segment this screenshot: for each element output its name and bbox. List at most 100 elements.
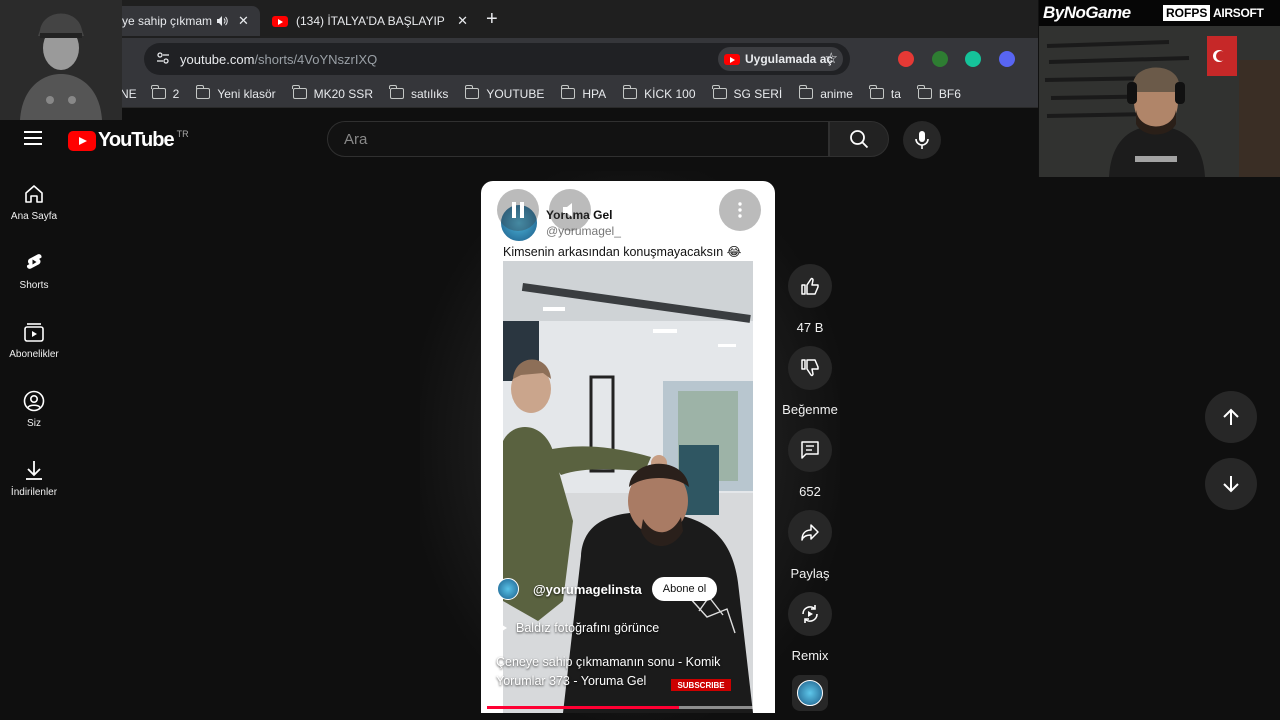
remix-button[interactable]	[788, 592, 832, 636]
tab-current[interactable]: ye sahip çıkmam ✕	[112, 6, 260, 36]
bookmark-label: ta	[890, 86, 901, 101]
bookmark-label: NE	[120, 86, 137, 101]
folder-icon	[151, 85, 166, 99]
pause-button[interactable]	[497, 189, 539, 231]
bookmark-folder[interactable]: YOUTUBE	[464, 85, 545, 101]
download-icon	[26, 461, 42, 480]
bookmark-folder[interactable]: SG SERİ	[712, 85, 782, 101]
shorts-icon	[26, 254, 42, 269]
shorts-player[interactable]: Yorumа Gel @yorumagel_ Kimsenin arkasınd…	[481, 181, 775, 713]
comment-count: 652	[799, 484, 821, 499]
bookmark-folder[interactable]: KİCK 100	[622, 85, 696, 101]
progress-fill	[487, 706, 679, 709]
bookmark-label: MK20 SSR	[313, 86, 373, 101]
channel-avatar-small[interactable]	[497, 578, 519, 600]
comments-button[interactable]	[788, 428, 832, 472]
close-tab-icon[interactable]: ✕	[457, 13, 468, 29]
menu-icon[interactable]	[24, 131, 42, 145]
search-input[interactable]: Ara	[327, 121, 829, 157]
bookmark-folder[interactable]: MK20 SSR	[292, 85, 373, 101]
tab-second[interactable]: (134) İTALYA'DA BAŞLAYIP TÜR ✕	[262, 6, 478, 36]
progress-bar[interactable]	[487, 706, 769, 709]
bookmark-star-icon[interactable]: ☆	[825, 49, 838, 67]
guide-item-home[interactable]: Ana Sayfa	[0, 171, 68, 240]
bookmark-label: 2	[172, 86, 180, 101]
thumbs-up-icon	[801, 277, 819, 295]
folder-icon	[464, 85, 480, 99]
portrait-image	[0, 0, 122, 120]
microphone-icon	[915, 131, 929, 149]
home-icon	[25, 185, 43, 203]
extension-red-icon[interactable]	[898, 51, 914, 67]
bookmark-label: HPA	[582, 86, 607, 101]
in-video-channel-row: @yorumagelinsta Abone ol	[497, 577, 718, 601]
related-video-link[interactable]: Baldız fotoğrafını görünce	[499, 621, 659, 635]
sound-avatar	[797, 680, 823, 706]
more-vert-icon	[738, 202, 742, 218]
comment-icon	[801, 441, 819, 459]
site-settings-icon[interactable]	[156, 51, 172, 67]
bookmark-folder[interactable]: HPA	[560, 85, 607, 101]
video-frame[interactable]	[503, 261, 753, 713]
bookmark-label: KİCK 100	[644, 86, 696, 101]
voice-search-button[interactable]	[903, 121, 941, 159]
bookmark-label: YOUTUBE	[486, 86, 545, 101]
guide-item-subscriptions[interactable]: Abonelikler	[0, 309, 68, 378]
bookmark-folder[interactable]: Yeni klasör	[195, 85, 276, 101]
volume-icon	[563, 203, 572, 217]
bookmark-folder[interactable]: ta	[869, 85, 901, 101]
bookmark-folder[interactable]: satılıks	[389, 85, 449, 101]
folder-icon	[560, 85, 576, 99]
bookmark-label: BF6	[938, 86, 961, 101]
in-video-subscribe-badge: SUBSCRIBE	[671, 679, 731, 691]
next-short-button[interactable]	[1205, 458, 1257, 510]
comment-action: 652	[779, 428, 841, 510]
sponsor-logo-rofps: ROFPS	[1163, 5, 1211, 21]
bookmark-folder[interactable]: BF6	[917, 85, 961, 101]
new-tab-button[interactable]: +	[486, 8, 498, 31]
open-in-app-label: Uygulamada aç	[745, 52, 834, 66]
share-button[interactable]	[788, 510, 832, 554]
more-options-button[interactable]	[719, 189, 761, 231]
bookmark-label: anime	[820, 86, 853, 101]
like-button[interactable]	[788, 264, 832, 308]
youtube-logo[interactable]: YouTube TR	[68, 129, 189, 152]
pause-icon	[512, 202, 524, 218]
search-icon	[850, 130, 869, 149]
bookmark-folder[interactable]: 2	[151, 85, 180, 101]
folder-icon	[869, 85, 884, 99]
sound-thumbnail[interactable]	[792, 675, 828, 711]
in-video-handle[interactable]: @yorumagelinsta	[533, 582, 642, 597]
you-icon	[23, 390, 45, 412]
related-video-label: Baldız fotoğrafını görünce	[516, 621, 660, 635]
close-tab-icon[interactable]: ✕	[238, 13, 249, 29]
dislike-button[interactable]	[788, 346, 832, 390]
remix-icon	[802, 605, 818, 623]
bookmark-label: satılıks	[410, 86, 449, 101]
share-label: Paylaş	[790, 566, 830, 581]
subscribe-button[interactable]: Abone ol	[651, 577, 718, 601]
bookmark-folder[interactable]: anime	[798, 85, 853, 101]
bookmark-item[interactable]: NE	[120, 87, 137, 101]
guide-item-you[interactable]: Siz	[0, 378, 68, 447]
guide-item-downloads[interactable]: İndirilenler	[0, 447, 68, 516]
guide-sidebar: Ana Sayfa Shorts Abonelikler Siz İndiril…	[0, 171, 68, 516]
grammarly-icon[interactable]	[965, 51, 981, 67]
previous-short-button[interactable]	[1205, 391, 1257, 443]
folder-icon	[292, 85, 307, 99]
share-action: Paylaş	[779, 510, 841, 592]
speaker-icon[interactable]	[216, 15, 228, 27]
sponsor-logo-airsoft: AIRSOFT	[1213, 6, 1264, 20]
volume-button[interactable]	[549, 189, 591, 231]
extension-green-icon[interactable]	[932, 51, 948, 67]
folder-icon	[195, 85, 211, 99]
guide-label: İndirilenler	[10, 487, 58, 498]
discord-icon[interactable]	[999, 51, 1015, 67]
url-host: youtube.com	[180, 51, 255, 67]
subscriptions-icon	[24, 323, 44, 342]
youtube-favicon-icon	[272, 15, 288, 27]
search-button[interactable]	[829, 121, 889, 157]
address-bar[interactable]: youtube.com/shorts/4VoYNszrIXQ Uygulamad…	[144, 43, 850, 75]
guide-item-shorts[interactable]: Shorts	[0, 240, 68, 309]
tab-title: ye sahip çıkmam	[122, 14, 212, 28]
